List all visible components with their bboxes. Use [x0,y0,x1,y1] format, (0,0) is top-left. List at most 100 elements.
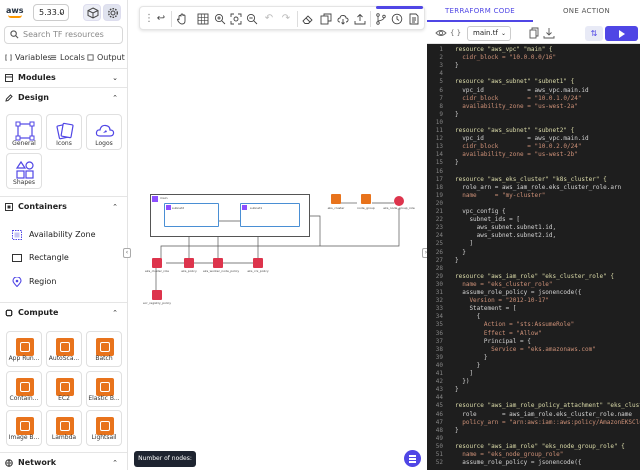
redo-icon[interactable]: ↷ [279,12,293,26]
code-line: 37 Principal = { [427,338,640,346]
code-text: name = "eks_node_group_role" [455,451,564,458]
history-icon[interactable] [390,12,404,26]
line-number: 35 [435,321,443,329]
code-line: 10 [427,119,640,127]
code-panel: TERRAFORM CODE ONE ACTION { } main.tf ⌄ ⇅… [427,0,640,470]
code-text: availability_zone = "us-west-2a" [455,102,578,110]
code-text: ] [455,370,474,377]
code-text: policy_arn = "arn:aws:iam::aws:policy/Am… [462,418,640,426]
code-line: 23 aws_subnet.subnet1.id, [427,224,640,232]
code-line: 2 cidr_block = "10.0.0.0/16" [427,54,640,62]
code-text: resource "aws_subnet" "subnet2" { [455,127,575,134]
code-text: Service = "eks.amazonaws.com" [455,345,596,353]
node-eks-worker-node-policy-label: eks_worker_node_policy [203,269,240,273]
code-line: 42 }) [427,378,640,386]
zoom-out-icon[interactable] [245,12,259,26]
line-number: 11 [435,127,443,134]
code-line: 41 ] [427,370,640,378]
document-icon[interactable] [407,12,421,26]
line-number: 49 [435,434,443,442]
canvas-toolbar: ⋮ ↩ ↶ ↷ [139,6,425,30]
node-ecr-registry-policy[interactable] [152,290,162,300]
code-line: 1 resource "aws_vpc" "main" { [427,46,640,54]
download-icon[interactable] [543,27,555,39]
code-line: 21 vpc_config { [427,208,640,216]
code-text: resource "aws_eks_cluster" "k8s_cluster"… [455,175,607,183]
hand-icon[interactable] [175,12,189,26]
branch-icon[interactable] [374,12,388,26]
node-eks-node-group-role[interactable] [394,196,404,206]
code-line: 18 role_arn = aws_iam_role.eks_cluster_r… [427,184,640,192]
code-text: ] [455,240,474,248]
back-arrow-icon[interactable]: ↩ [154,12,168,26]
code-line: 7 cidr_block = "10.0.1.0/24" [427,95,640,103]
code-text: resource "aws_iam_role_policy_attachment… [455,402,640,410]
code-text: role = aws_iam_role.eks_cluster_role.nam… [455,410,633,418]
file-select[interactable]: main.tf ⌄ [467,26,511,41]
code-line: 11 resource "aws_subnet" "subnet2" { [427,127,640,135]
zoom-in-icon[interactable] [213,12,227,26]
node-eks-policy[interactable] [184,258,194,268]
code-line: 49 [427,435,640,443]
undo-icon[interactable]: ↶ [262,12,276,26]
eye-icon[interactable] [435,27,447,39]
swap-button[interactable]: ⇅ [585,26,603,41]
code-line: 6 vpc_id = aws_vpc.main.id [427,87,640,95]
line-number: 32 [435,297,443,305]
code-text: { [455,313,481,321]
cloud-download-icon[interactable] [336,12,350,26]
node-eks-cni-policy-label: eks_cni_policy [247,269,269,273]
code-line: 30 name = "eks_cluster_role" [427,281,640,289]
code-text: aws_subnet.subnet2.id, [455,232,557,240]
subnet-container[interactable] [240,203,300,227]
line-number: 43 [435,386,443,394]
grid-icon[interactable] [196,12,210,26]
node-eks-worker-node-policy[interactable] [213,258,223,268]
code-text: }) [455,378,470,386]
code-text: resource "aws_subnet" "subnet1" { [455,78,575,86]
code-text: } [455,248,466,256]
fit-screen-icon[interactable] [229,12,243,26]
upload-icon[interactable] [353,12,367,26]
line-number: 12 [435,135,443,143]
node-eks-cluster-role[interactable] [152,258,162,268]
line-number: 39 [435,353,443,361]
vpc-label: main [160,196,168,200]
node-eks-cni-policy[interactable] [253,258,263,268]
node-node-group[interactable] [361,194,371,204]
line-number: 13 [435,143,443,151]
code-line: 32 Version = "2012-10-17" [427,297,640,305]
line-number: 44 [435,394,443,402]
code-text: vpc_config { [455,208,506,215]
line-number: 38 [435,345,443,353]
code-line: 26 } [427,249,640,257]
line-number: 7 [439,94,443,102]
tab-one-action[interactable]: ONE ACTION [533,0,640,22]
code-line: 25 ] [427,240,640,248]
braces-icon[interactable]: { } [450,27,462,39]
run-button[interactable] [605,26,638,41]
eraser-icon[interactable] [301,12,315,26]
copy-icon[interactable] [319,12,333,26]
line-number: 16 [435,167,443,175]
code-text: resource "aws_vpc" "main" { [455,46,553,53]
line-number: 21 [435,208,443,215]
vpc-icon [152,196,158,202]
line-number: 50 [435,442,443,450]
menu-button[interactable] [404,450,421,467]
node-eks-cluster-label: eks_cluster [327,206,345,210]
code-text: Statement = [ [455,305,517,313]
copy-code-icon[interactable] [528,27,540,39]
code-editor[interactable]: 1 resource "aws_vpc" "main" {2 cidr_block… [427,44,640,470]
line-number: 40 [435,361,443,369]
code-line: 51 name = "eks_node_group_role" [427,451,640,459]
collapse-sidebar-handle[interactable]: ‹ [123,248,131,258]
code-line: 9} [427,111,640,119]
code-text: vpc_id = aws_vpc.main.id [455,135,589,143]
tab-terraform-code[interactable]: TERRAFORM CODE [427,0,533,22]
line-number: 19 [435,191,443,199]
node-eks-cluster[interactable] [331,194,341,204]
code-line: 44 [427,394,640,402]
code-line: 38 Service = "eks.amazonaws.com" [427,346,640,354]
line-number: 15 [435,159,443,167]
